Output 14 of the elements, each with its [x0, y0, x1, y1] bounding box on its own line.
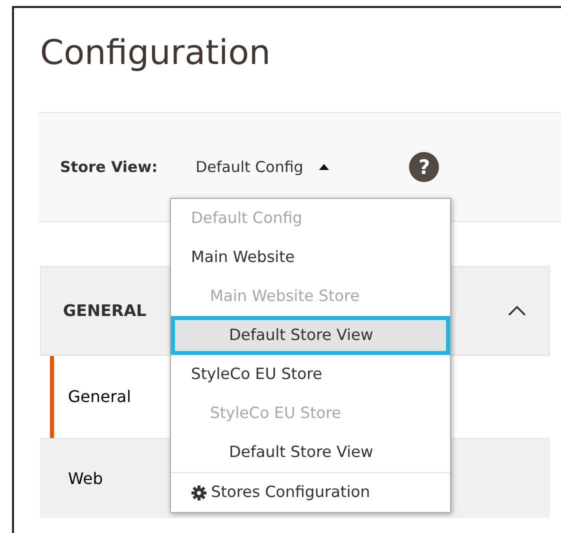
scope-option: Default Config — [171, 199, 450, 238]
section-title: GENERAL — [63, 300, 146, 322]
scope-option[interactable]: Main Website — [171, 238, 450, 277]
caret-up-icon — [319, 164, 330, 170]
scope-option: StyleCo EU Store — [171, 394, 450, 433]
scope-option[interactable]: StyleCo EU Store — [171, 355, 450, 394]
scope-option: Main Website Store — [171, 277, 450, 316]
gear-icon — [191, 484, 207, 500]
scope-switcher[interactable]: Default Config — [196, 156, 330, 178]
page-title: Configuration — [39, 32, 272, 75]
help-icon[interactable]: ? — [409, 152, 440, 182]
scope-label: Store View: — [60, 156, 158, 178]
stores-configuration-link[interactable]: Stores Configuration — [171, 472, 450, 512]
chevron-up-icon[interactable] — [507, 305, 527, 317]
